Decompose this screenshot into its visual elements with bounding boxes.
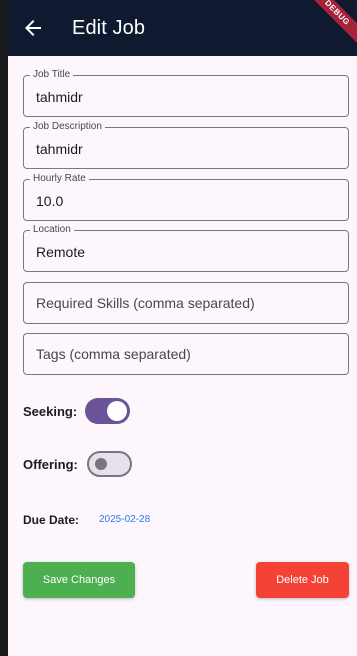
job-description-value: tahmidr: [36, 141, 83, 157]
offering-label: Offering:: [23, 457, 78, 472]
delete-job-button[interactable]: Delete Job: [256, 562, 349, 598]
hourly-rate-label: Hourly Rate: [30, 173, 89, 185]
page-title: Edit Job: [72, 17, 146, 39]
hourly-rate-value: 10.0: [36, 193, 64, 209]
seeking-toggle[interactable]: [85, 398, 130, 424]
save-changes-button[interactable]: Save Changes: [23, 562, 135, 598]
offering-toggle[interactable]: [87, 451, 132, 477]
toggle-knob: [107, 401, 127, 421]
tags-field[interactable]: Tags (comma separated): [23, 333, 349, 375]
location-value: Remote: [36, 244, 86, 260]
due-date-value[interactable]: 2025-02-28: [99, 514, 150, 525]
required-skills-placeholder: Required Skills (comma separated): [36, 295, 255, 311]
due-date-label: Due Date:: [23, 513, 80, 527]
job-title-label: Job Title: [30, 69, 74, 81]
location-label: Location: [30, 224, 74, 236]
app-bar: Edit Job DEBUG: [8, 0, 357, 56]
job-description-label: Job Description: [30, 121, 105, 133]
debug-banner: DEBUG: [303, 0, 357, 47]
screen: Edit Job DEBUG Job Title tahmidr Job Des…: [8, 0, 357, 656]
seeking-label: Seeking:: [23, 404, 78, 419]
back-arrow-icon[interactable]: [21, 16, 45, 40]
job-description-field[interactable]: Job Description tahmidr: [23, 121, 349, 169]
toggle-knob: [95, 458, 107, 470]
hourly-rate-field[interactable]: Hourly Rate 10.0: [23, 173, 349, 221]
location-field[interactable]: Location Remote: [23, 224, 349, 272]
job-title-value: tahmidr: [36, 89, 83, 105]
job-title-field[interactable]: Job Title tahmidr: [23, 69, 349, 117]
required-skills-field[interactable]: Required Skills (comma separated): [23, 282, 349, 324]
tags-placeholder: Tags (comma separated): [36, 346, 191, 362]
